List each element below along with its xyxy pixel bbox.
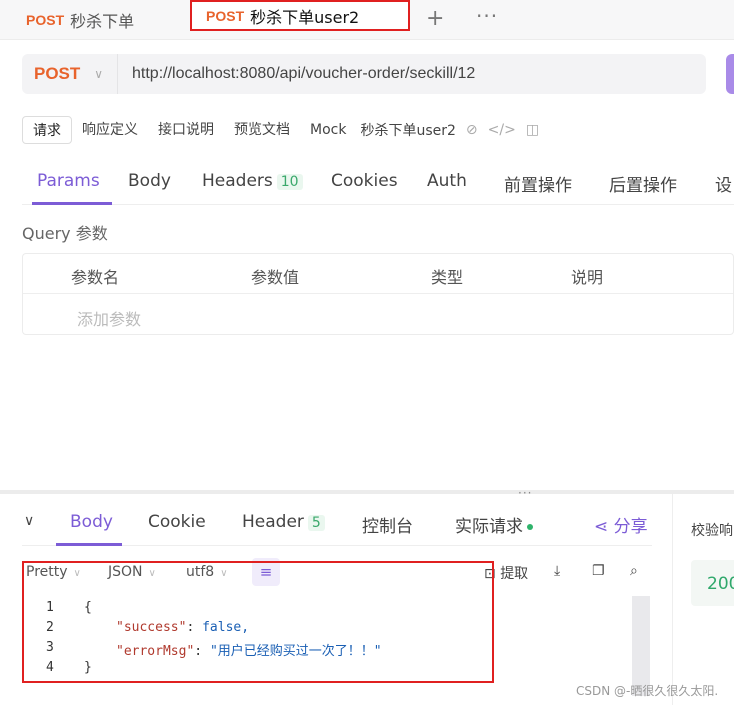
tab-actual-request[interactable]: 实际请求 <box>455 512 533 537</box>
scrollbar[interactable] <box>632 596 650 696</box>
method-select[interactable]: POST ∨ <box>22 54 118 94</box>
column-desc: 说明 <box>571 268 604 287</box>
download-icon[interactable]: ⤓ <box>554 563 560 579</box>
drag-handle-icon[interactable]: ··· <box>518 486 532 500</box>
tab-response-cookie[interactable]: Cookie <box>148 512 206 532</box>
tab-post-ops[interactable]: 后置操作 <box>609 171 677 196</box>
tab-response-body[interactable]: Body <box>70 512 113 532</box>
response-tabs: ∨ Body Cookie Header 5 控制台 实际请求 ⋖ 分享 <box>22 504 652 546</box>
active-tab-indicator <box>32 202 112 205</box>
share-button[interactable]: ⋖ 分享 <box>594 512 648 537</box>
validation-panel: 校验响 200 <box>672 494 734 705</box>
more-icon[interactable]: ··· <box>476 4 498 28</box>
copy-icon[interactable]: ❐ <box>592 563 605 579</box>
tab-bar: POST 秒杀下单 POST 秒杀下单user2 + ··· <box>0 0 734 40</box>
column-value: 参数值 <box>251 268 300 287</box>
method-label: POST <box>34 64 81 83</box>
request-name[interactable]: 秒杀下单user2 <box>360 120 455 140</box>
extract-label: 提取 <box>500 566 529 582</box>
url-input[interactable]: http://localhost:8080/api/voucher-order/… <box>118 65 475 83</box>
header-count-badge: 5 <box>307 515 325 531</box>
query-params-table: 参数名 参数值 类型 说明 添加参数 <box>22 253 734 335</box>
query-params-label: Query 参数 <box>22 224 108 243</box>
subtab-preview[interactable]: 预览文档 <box>224 116 300 144</box>
code-icon[interactable]: </> <box>488 122 516 138</box>
search-icon[interactable]: ⌕ <box>630 563 638 579</box>
status-dot-icon <box>527 524 533 530</box>
tab-cookies[interactable]: Cookies <box>331 171 398 191</box>
subtab-mock[interactable]: Mock <box>300 116 356 144</box>
share-label: 分享 <box>613 517 648 537</box>
subtab-request[interactable]: 请求 <box>22 116 72 144</box>
column-name: 参数名 <box>71 268 120 287</box>
tab-settings[interactable]: 设 <box>715 171 732 196</box>
share-icon: ⋖ <box>594 517 614 537</box>
param-tabs: Params Body Headers 10 Cookies Auth 前置操作 … <box>22 165 734 205</box>
tab-params[interactable]: Params <box>37 171 100 191</box>
tab-seckill-user2[interactable]: POST 秒杀下单user2 <box>190 0 410 31</box>
tab-method: POST <box>26 12 65 28</box>
url-bar: POST ∨ http://localhost:8080/api/voucher… <box>22 54 706 94</box>
collapse-icon[interactable]: ∨ <box>24 513 34 529</box>
watermark: CSDN @-晒很久很久太阳. <box>576 684 719 698</box>
subtab-response-def[interactable]: 响应定义 <box>72 116 148 144</box>
tab-title: 秒杀下单 <box>70 12 135 31</box>
panel-icon[interactable]: ◫ <box>526 122 539 138</box>
tab-pre-ops[interactable]: 前置操作 <box>504 171 572 196</box>
tab-title: 秒杀下单user2 <box>250 7 360 27</box>
link-icon[interactable]: ⊘ <box>466 122 478 138</box>
status-code: 200 <box>691 560 734 606</box>
tab-body[interactable]: Body <box>128 171 171 191</box>
table-header: 参数名 参数值 类型 说明 <box>23 254 733 294</box>
tab-header-label: Header <box>242 512 304 532</box>
tab-auth[interactable]: Auth <box>427 171 467 191</box>
panel-splitter[interactable] <box>0 490 734 494</box>
add-tab-icon[interactable]: + <box>426 6 444 31</box>
subtab-doc[interactable]: 接口说明 <box>148 116 224 144</box>
tab-response-header[interactable]: Header 5 <box>242 512 325 532</box>
tab-console[interactable]: 控制台 <box>362 512 413 537</box>
highlight-box <box>22 561 494 683</box>
tab-method: POST <box>206 7 245 24</box>
request-subtabs: 请求 响应定义 接口说明 预览文档 Mock 秒杀下单user2 ⊘ </> ◫ <box>22 116 539 144</box>
tab-headers-label: Headers <box>202 171 273 191</box>
validation-label: 校验响 <box>691 523 733 539</box>
send-button[interactable] <box>726 54 734 94</box>
tab-actual-label: 实际请求 <box>455 517 523 537</box>
headers-count-badge: 10 <box>276 174 303 190</box>
active-tab-indicator <box>56 543 122 546</box>
add-param-input[interactable]: 添加参数 <box>77 306 141 330</box>
chevron-down-icon: ∨ <box>94 67 104 81</box>
tab-headers[interactable]: Headers 10 <box>202 171 303 191</box>
tab-seckill[interactable]: POST 秒杀下单 <box>26 0 134 40</box>
column-type: 类型 <box>431 268 464 287</box>
